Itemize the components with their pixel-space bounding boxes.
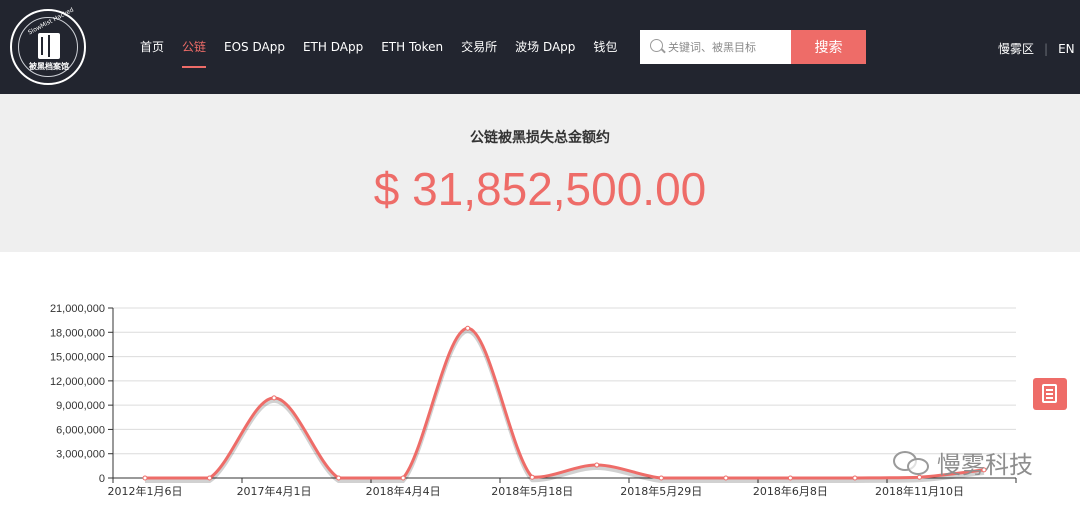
loss-summary-banner: 公链被黑损失总金额约 $ 31,852,500.00 <box>0 94 1080 252</box>
nav-item-eos-dapp[interactable]: EOS DApp <box>224 38 285 58</box>
y-tick-label: 21,000,000 <box>50 303 105 315</box>
chart-grid <box>113 307 1016 479</box>
top-header: SlowMist Hacked 被黑档案馆 首页 公链 EOS DApp ETH… <box>0 0 1080 94</box>
loss-line-chart: 0 3,000,000 6,000,000 9,000,000 12,000,000 15… <box>50 303 1017 498</box>
x-tick-label: 2018年6月8日 <box>753 484 828 498</box>
data-point <box>336 475 342 481</box>
y-tick-label: 9,000,000 <box>56 400 105 412</box>
wechat-icon <box>893 449 933 477</box>
y-tick-label: 12,000,000 <box>50 376 105 388</box>
data-point <box>852 475 858 481</box>
site-logo[interactable]: SlowMist Hacked 被黑档案馆 <box>10 6 86 85</box>
lang-slowmist-zone[interactable]: 慢雾区 <box>998 40 1034 57</box>
nav-item-eth-dapp[interactable]: ETH DApp <box>303 38 363 58</box>
main-nav: 首页 公链 EOS DApp ETH DApp ETH Token 交易所 波场… <box>140 38 635 68</box>
nav-item-wallet[interactable]: 钱包 <box>593 38 617 58</box>
chart-y-axis: 0 3,000,000 6,000,000 9,000,000 12,000,000 15… <box>50 303 114 485</box>
x-tick-label: 2012年1月6日 <box>108 484 183 498</box>
x-tick-label: 2018年11月10日 <box>875 484 964 498</box>
nav-item-eth-token[interactable]: ETH Token <box>381 38 443 58</box>
data-point <box>594 462 600 468</box>
y-tick-label: 15,000,000 <box>50 352 105 364</box>
search-button[interactable]: 搜索 <box>791 30 866 64</box>
x-tick-label: 2017年4月1日 <box>237 484 312 498</box>
feedback-button[interactable] <box>1033 378 1067 410</box>
y-tick-label: 0 <box>99 473 105 485</box>
data-point <box>529 474 535 480</box>
data-point <box>207 475 213 481</box>
y-tick-label: 18,000,000 <box>50 327 105 339</box>
data-point <box>400 475 406 481</box>
data-point <box>658 475 664 481</box>
watermark-text: 慢雾科技 <box>937 451 1033 479</box>
feedback-icon <box>1042 384 1057 403</box>
search-input[interactable] <box>668 30 788 64</box>
data-point <box>271 395 277 401</box>
logo-cn-text: 被黑档案馆 <box>29 62 69 71</box>
y-tick-label: 6,000,000 <box>56 424 105 436</box>
x-tick-label: 2018年4月4日 <box>366 484 441 498</box>
series-line-shadow <box>145 329 985 483</box>
nav-item-exchange[interactable]: 交易所 <box>461 38 497 58</box>
data-point <box>142 475 148 481</box>
search-icon <box>650 39 663 52</box>
language-switch: 慢雾区 | EN <box>998 40 1075 57</box>
nav-item-home[interactable]: 首页 <box>140 38 164 58</box>
watermark: 慢雾科技 <box>893 445 1033 480</box>
search-box <box>640 30 791 64</box>
loss-summary-amount: $ 31,852,500.00 <box>373 163 707 215</box>
search-bar: 搜索 <box>640 30 866 64</box>
lang-en[interactable]: EN <box>1058 42 1075 56</box>
lang-divider: | <box>1044 41 1049 56</box>
data-point <box>723 475 729 481</box>
book-icon <box>38 33 60 59</box>
data-point <box>465 325 471 331</box>
y-tick-label: 3,000,000 <box>56 449 105 461</box>
nav-item-tron-dapp[interactable]: 波场 DApp <box>515 38 575 58</box>
data-point <box>787 475 793 481</box>
loss-summary-title: 公链被黑损失总金额约 <box>470 130 610 146</box>
x-tick-label: 2018年5月18日 <box>491 484 573 498</box>
nav-item-public-chain[interactable]: 公链 <box>182 38 207 68</box>
x-tick-label: 2018年5月29日 <box>620 484 702 498</box>
